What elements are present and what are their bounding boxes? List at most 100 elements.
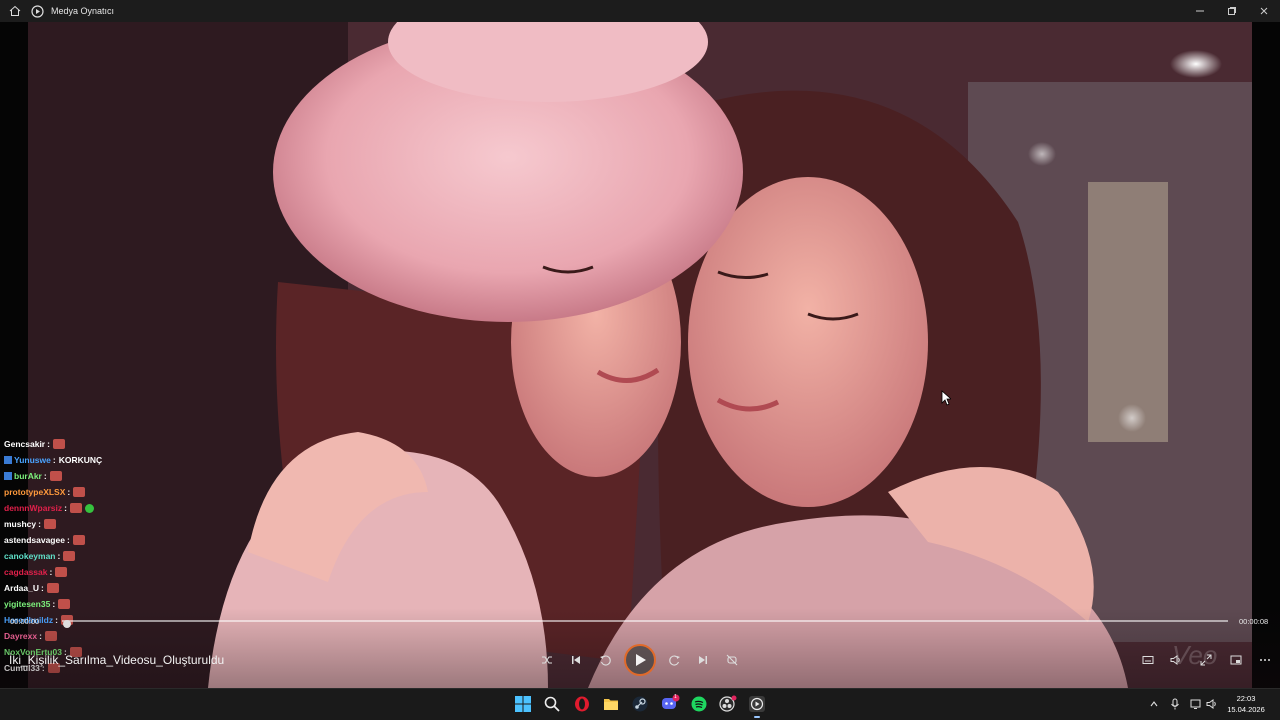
restore-button[interactable] [1216, 0, 1248, 22]
chat-emote-icon [72, 535, 85, 545]
miniplayer-button[interactable] [1226, 650, 1246, 670]
spotify-icon[interactable] [689, 694, 709, 714]
minimize-button[interactable] [1184, 0, 1216, 22]
tray-chevron-icon[interactable] [1147, 697, 1161, 711]
chat-separator: : [66, 535, 70, 545]
chat-emote-icon [55, 567, 68, 577]
microphone-icon[interactable] [1168, 697, 1182, 711]
chat-message: prototypeXLSX: [4, 484, 144, 500]
media-player-icon [30, 0, 44, 22]
chat-badge-icon [4, 472, 12, 480]
chat-emote-icon [49, 471, 62, 481]
chat-message: Yunuswe: KORKUNÇ [4, 452, 144, 468]
chat-emote-icon [63, 551, 76, 561]
opera-icon[interactable] [572, 694, 592, 714]
chat-separator: : [38, 519, 41, 529]
restore-icon [1228, 7, 1236, 15]
chat-message: burAkr: [4, 468, 144, 484]
letterbox-right [1252, 22, 1280, 688]
windows-start-icon[interactable] [513, 694, 533, 714]
discord-badge: 1 [674, 694, 677, 700]
more-button[interactable] [1255, 650, 1275, 670]
chat-emote-icon [73, 487, 86, 497]
chat-message: canokeyman: [4, 548, 144, 564]
play-icon [636, 654, 646, 666]
time-total: 00:00:08 [1239, 617, 1269, 626]
clock-date: 15.04.2026 [1227, 705, 1265, 714]
chat-username: canokeyman [4, 551, 56, 561]
previous-button[interactable] [566, 650, 586, 670]
chat-message: mushcy: [4, 516, 144, 532]
chat-separator: : [43, 471, 47, 481]
chat-username: prototypeXLSX [4, 487, 66, 497]
chat-username: mushcy [4, 519, 37, 529]
active-app-indicator [754, 716, 760, 718]
repeat-button[interactable] [722, 650, 742, 670]
more-icon [1260, 659, 1270, 661]
next-button[interactable] [693, 650, 713, 670]
next-icon [699, 656, 707, 664]
close-button[interactable] [1248, 0, 1280, 22]
volume-tray-icon[interactable] [1205, 697, 1219, 711]
chat-message: Ardaa_U: [4, 580, 144, 596]
chat-separator: : [64, 503, 67, 513]
search-icon[interactable] [542, 694, 562, 714]
chat-message: dennnWparsiz: [4, 500, 144, 516]
shuffle-button[interactable] [537, 650, 557, 670]
chat-separator: : [57, 551, 61, 561]
chat-message: Gencsakir: [4, 436, 144, 452]
chat-separator: : [67, 487, 71, 497]
previous-icon [572, 656, 580, 664]
chat-separator: : [40, 583, 44, 593]
rewind-10-icon [599, 655, 611, 666]
discord-icon[interactable]: 1 [660, 694, 680, 714]
chat-username: Gencsakir [4, 439, 46, 449]
chat-emote-icon [46, 583, 59, 593]
title-bar: Medya Oynatıcı [0, 0, 1280, 22]
video-frame[interactable] [28, 22, 1252, 688]
chat-badge-icon [4, 456, 12, 464]
chat-username: astendsavagee [4, 535, 65, 545]
chat-emote-icon [52, 439, 65, 449]
close-icon [1260, 7, 1268, 15]
seek-thumb[interactable] [62, 616, 72, 628]
chat-username: Yunuswe [14, 455, 51, 465]
file-explorer-icon[interactable] [601, 694, 621, 714]
subtitles-button[interactable] [1138, 650, 1158, 670]
media-player-taskbar-icon[interactable] [747, 694, 767, 714]
clock-time: 22:03 [1236, 694, 1256, 703]
chat-separator: : [52, 455, 56, 465]
rewind-button[interactable] [595, 650, 615, 670]
network-icon[interactable] [1189, 697, 1203, 711]
chat-emote-icon [69, 503, 82, 513]
clock[interactable]: 22:03 15.04.2026 [1224, 693, 1268, 715]
chat-emote-icon [84, 503, 94, 513]
forward-button[interactable] [664, 650, 684, 670]
forward-30-icon [668, 655, 680, 666]
chat-username: Ardaa_U [4, 583, 39, 593]
obs-icon[interactable] [718, 694, 738, 714]
home-icon[interactable] [0, 0, 30, 22]
watermark: Veo [1172, 640, 1218, 670]
play-button[interactable] [624, 644, 656, 676]
miniplayer-icon [1230, 655, 1242, 665]
repeat-off-icon [726, 654, 738, 666]
chat-message: cagdassak: [4, 564, 144, 580]
media-title: İki_Kişilik_Sarılma_Videosu_Oluşturuldu [9, 653, 225, 667]
chat-username: dennnWparsiz [4, 503, 63, 513]
desktop: Medya Oynatıcı Gencsakir: Yunuswe: KOR… [0, 0, 1280, 720]
window-title: Medya Oynatıcı [51, 6, 115, 16]
steam-icon[interactable] [630, 694, 650, 714]
shuffle-icon [542, 656, 552, 664]
time-elapsed: 00:00:00 [10, 617, 40, 626]
chat-message: astendsavagee: [4, 532, 144, 548]
chat-separator: : [49, 567, 53, 577]
mouse-cursor-icon [941, 390, 953, 406]
chat-emote-icon [43, 519, 56, 529]
subtitles-icon [1142, 656, 1154, 664]
seek-bar[interactable] [62, 620, 1228, 622]
video-scene [28, 22, 1252, 688]
chat-username: cagdassak [4, 567, 48, 577]
chat-text: KORKUNÇ [58, 455, 103, 465]
chat-username: burAkr [14, 471, 42, 481]
